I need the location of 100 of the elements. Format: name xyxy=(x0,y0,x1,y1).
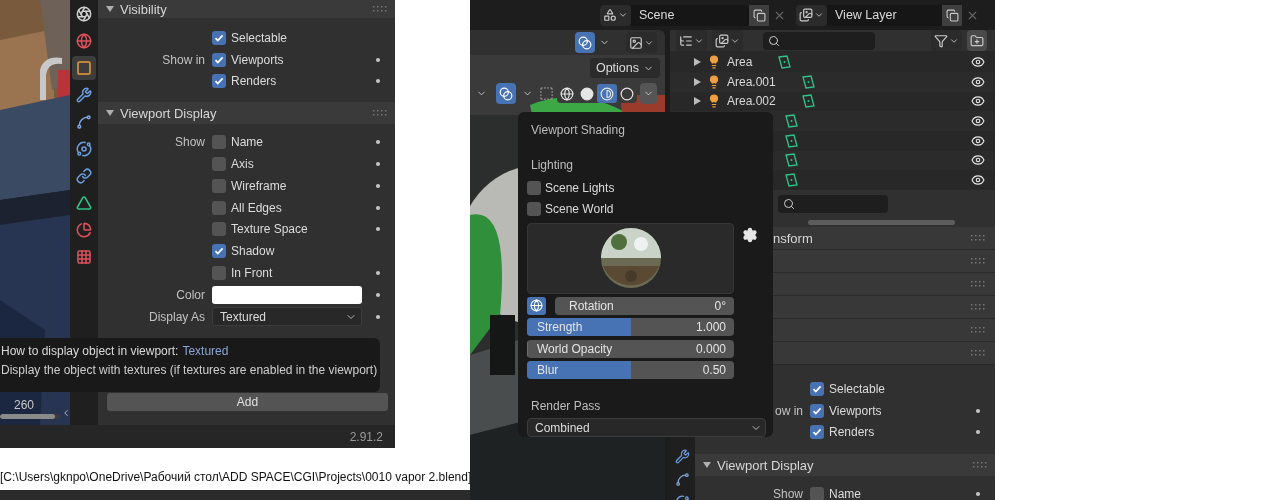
checkbox-label[interactable]: Renders xyxy=(829,425,875,440)
view-layer-button[interactable] xyxy=(712,30,743,51)
checkbox[interactable] xyxy=(212,30,226,45)
image-menu-button[interactable] xyxy=(626,32,657,53)
eye-icon[interactable] xyxy=(971,173,985,188)
lightbulb-icon[interactable] xyxy=(707,94,721,109)
checkbox[interactable] xyxy=(212,222,226,237)
field-label: Display As xyxy=(147,309,205,324)
keyframe-dot[interactable] xyxy=(376,292,380,297)
checkbox-label[interactable]: Name xyxy=(829,487,861,500)
expand-triangle-icon[interactable] xyxy=(106,109,114,118)
lightbulb-icon[interactable] xyxy=(707,74,721,89)
outliner-item[interactable]: Area xyxy=(727,55,753,70)
checkbox[interactable] xyxy=(212,157,226,172)
drag-handle-icon[interactable] xyxy=(971,350,985,356)
checkbox-label[interactable]: Wireframe xyxy=(231,178,287,193)
search-icon xyxy=(768,34,780,47)
orbit-icon xyxy=(76,141,92,157)
checkbox[interactable] xyxy=(212,135,226,150)
list-tree-icon xyxy=(679,33,693,48)
checkbox[interactable] xyxy=(810,487,824,500)
panel-header[interactable]: Visibility xyxy=(98,0,395,18)
keyframe-dot[interactable] xyxy=(376,79,380,84)
chevron-left-icon[interactable] xyxy=(61,408,70,418)
view-layer-menu-button[interactable] xyxy=(796,4,827,26)
keyframe-dot[interactable] xyxy=(376,162,380,167)
checkbox[interactable] xyxy=(212,74,226,89)
disclosure-icon[interactable] xyxy=(694,58,701,67)
eye-icon[interactable] xyxy=(971,114,985,129)
checkbox[interactable] xyxy=(212,266,226,281)
new-collection-button[interactable] xyxy=(967,30,987,51)
eye-icon[interactable] xyxy=(971,74,985,89)
dropdown[interactable]: Textured xyxy=(212,307,362,327)
property-tab[interactable] xyxy=(72,56,96,80)
keyframe-dot[interactable] xyxy=(376,227,380,232)
checkbox[interactable] xyxy=(212,52,226,67)
drag-handle-icon[interactable] xyxy=(971,281,985,287)
checkbox[interactable] xyxy=(810,403,824,418)
checkbox-label[interactable]: Viewports xyxy=(829,403,882,418)
keyframe-dot[interactable] xyxy=(976,492,980,497)
panel-header[interactable]: Viewport Display xyxy=(695,454,995,477)
outliner-item[interactable]: Area.001 xyxy=(727,74,776,89)
keyframe-dot[interactable] xyxy=(976,430,980,435)
nodes-icon[interactable] xyxy=(675,472,690,487)
drag-handle-icon[interactable] xyxy=(971,327,985,333)
checkbox[interactable] xyxy=(212,244,226,259)
add-button[interactable]: Add xyxy=(107,393,388,411)
keyframe-dot[interactable] xyxy=(376,314,380,319)
color-field[interactable] xyxy=(212,285,362,304)
eye-icon[interactable] xyxy=(971,153,985,168)
checkbox-label[interactable]: Axis xyxy=(231,157,254,172)
drag-handle-icon[interactable] xyxy=(971,258,985,264)
eye-icon[interactable] xyxy=(971,55,985,70)
checkbox-label[interactable]: Selectable xyxy=(829,381,886,396)
display-mode-button[interactable] xyxy=(676,30,707,51)
keyframe-dot[interactable] xyxy=(976,408,980,413)
checkbox[interactable] xyxy=(212,178,226,193)
keyframe-dot[interactable] xyxy=(376,183,380,188)
expand-triangle-icon[interactable] xyxy=(703,461,711,470)
filter-button[interactable] xyxy=(931,30,962,51)
eye-icon[interactable] xyxy=(971,133,985,148)
checkbox[interactable] xyxy=(810,381,824,396)
keyframe-dot[interactable] xyxy=(376,271,380,276)
checkbox-label[interactable]: Selectable xyxy=(231,30,288,45)
wrench-icon[interactable] xyxy=(675,449,690,464)
scene-field[interactable]: Scene xyxy=(631,4,749,26)
scene-menu-button[interactable] xyxy=(600,4,631,26)
lightbulb-icon[interactable] xyxy=(707,55,721,70)
images-icon xyxy=(715,33,729,48)
disclosure-icon[interactable] xyxy=(694,77,701,86)
eye-icon[interactable] xyxy=(971,94,985,109)
scrollbar[interactable] xyxy=(808,219,955,225)
drag-handle-icon[interactable] xyxy=(373,6,387,12)
settings-icon[interactable] xyxy=(741,226,758,243)
keyframe-dot[interactable] xyxy=(376,205,380,210)
checkbox-label[interactable]: Shadow xyxy=(231,244,275,259)
search-field[interactable] xyxy=(778,194,888,213)
keyframe-dot[interactable] xyxy=(376,140,380,145)
drag-handle-icon[interactable] xyxy=(971,304,985,310)
checkbox-label[interactable]: Renders xyxy=(231,74,277,89)
outliner-item[interactable]: Area.002 xyxy=(727,94,776,109)
checkbox-label[interactable]: All Edges xyxy=(231,200,282,215)
checkbox-label[interactable]: Texture Space xyxy=(231,222,308,237)
keyframe-dot[interactable] xyxy=(376,57,380,62)
panel-header[interactable]: Viewport Display xyxy=(98,102,395,125)
checkbox-label[interactable]: In Front xyxy=(231,266,273,281)
view-layer-field[interactable]: View Layer xyxy=(827,4,942,26)
copy-button[interactable] xyxy=(942,4,962,26)
checkbox-label[interactable]: Name xyxy=(231,135,263,150)
drag-handle-icon[interactable] xyxy=(971,235,985,241)
overlay-toggle[interactable] xyxy=(575,32,595,53)
drag-handle-icon[interactable] xyxy=(373,110,387,117)
expand-triangle-icon[interactable] xyxy=(106,5,114,13)
checkbox[interactable] xyxy=(810,425,824,440)
disclosure-icon[interactable] xyxy=(694,97,701,106)
checkbox[interactable] xyxy=(212,200,226,215)
drag-handle-icon[interactable] xyxy=(973,462,987,469)
search-field[interactable] xyxy=(763,31,875,50)
copy-button[interactable] xyxy=(749,4,769,26)
checkbox-label[interactable]: Viewports xyxy=(231,52,284,67)
